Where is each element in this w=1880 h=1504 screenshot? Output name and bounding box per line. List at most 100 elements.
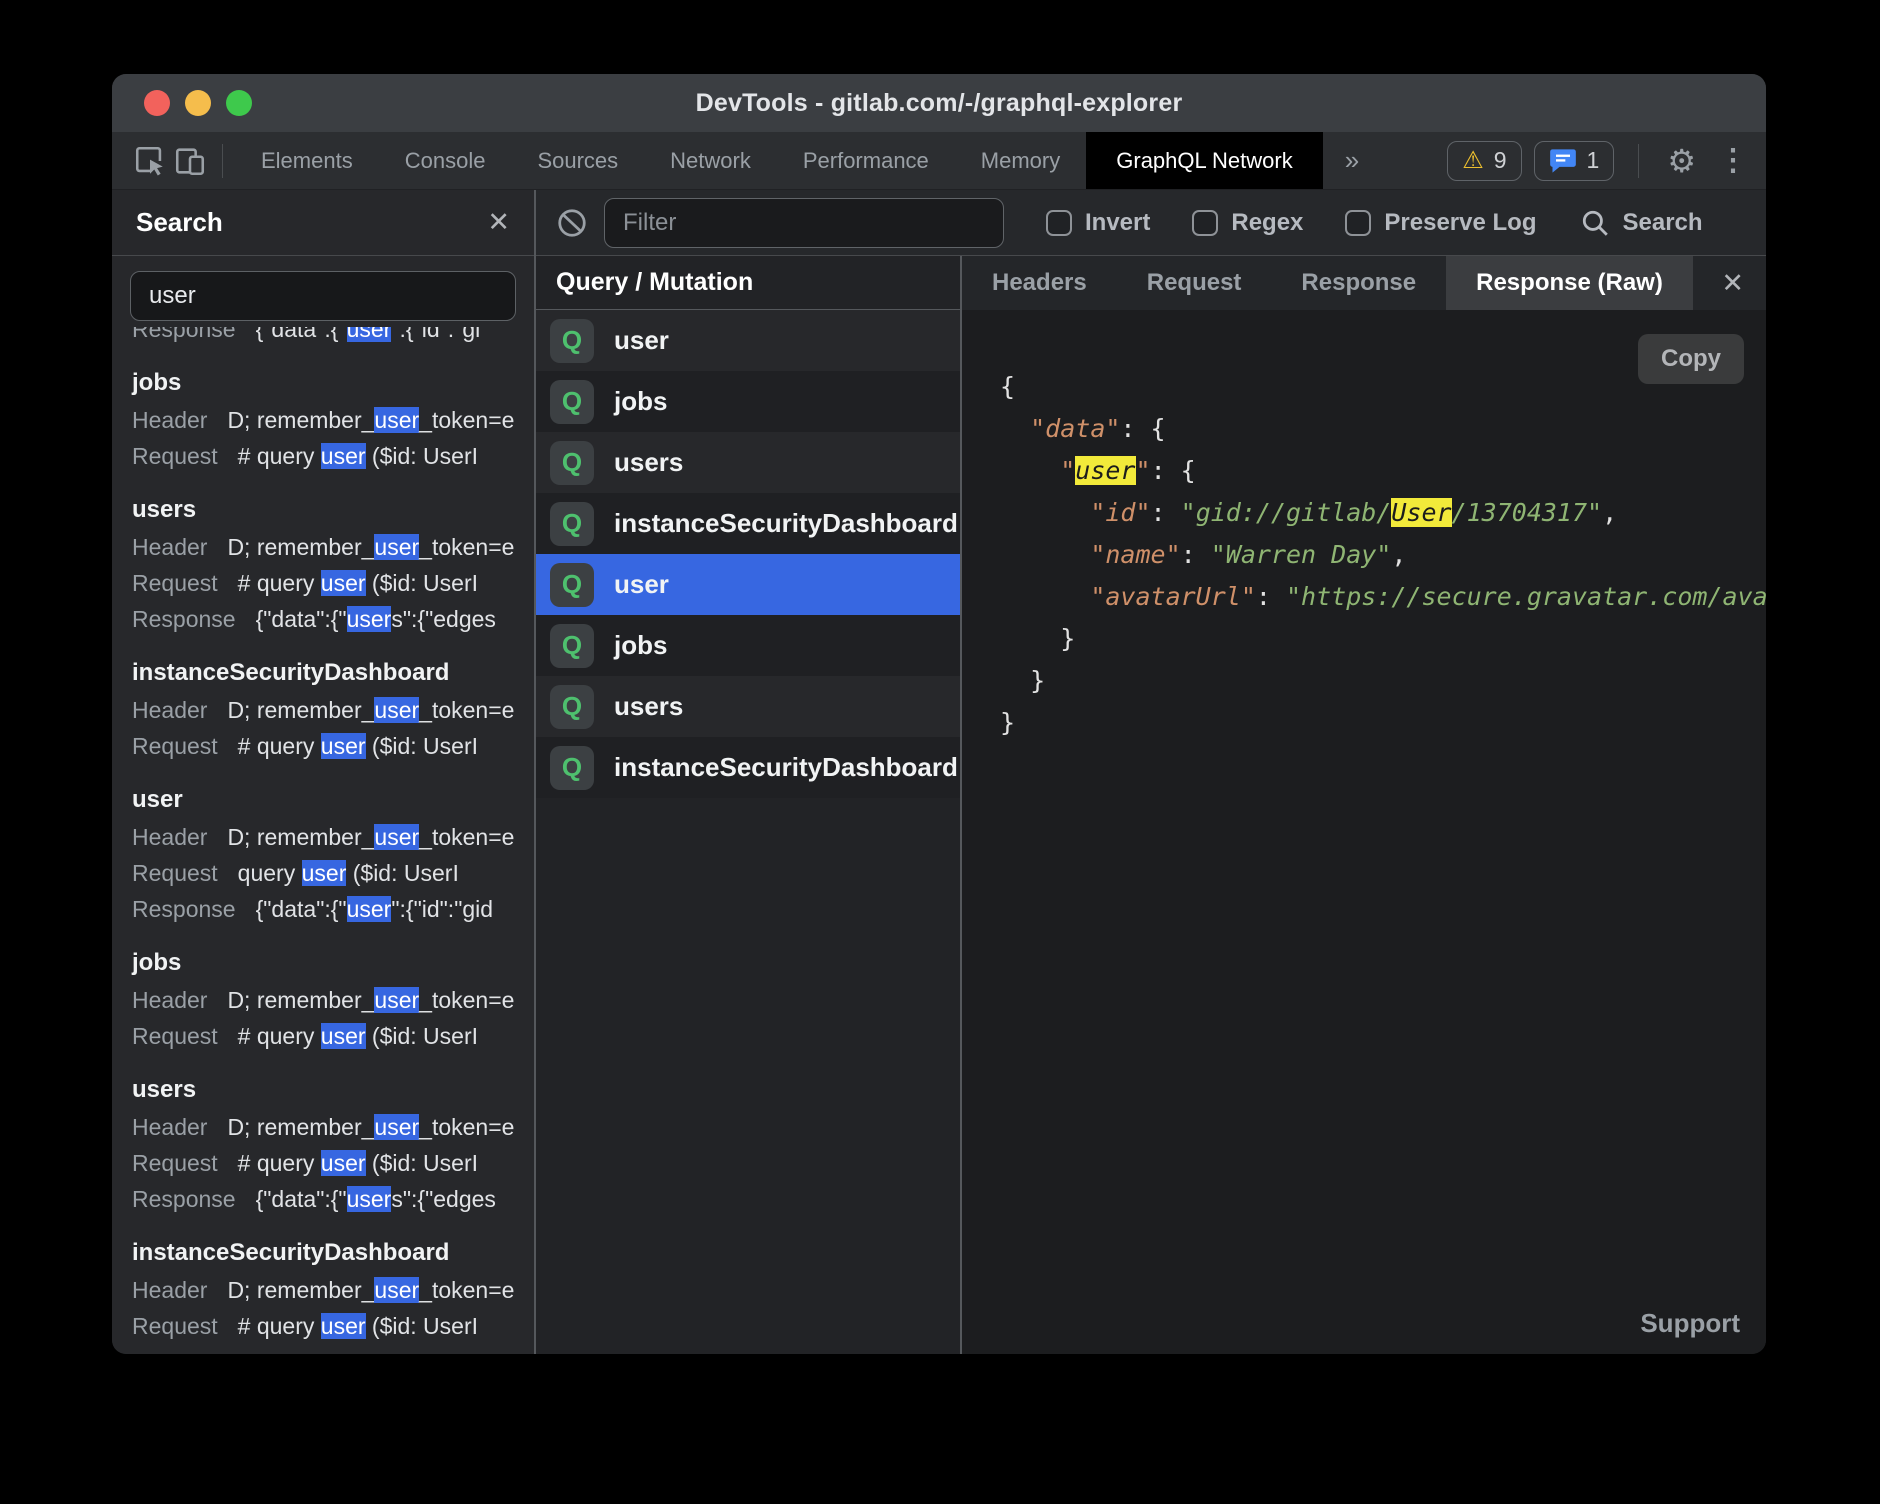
query-name: user xyxy=(614,569,669,600)
search-result-row[interactable]: Response{"data":{"users":{"edges xyxy=(132,601,534,637)
query-name: users xyxy=(614,447,683,478)
detail-panel: Headers Request Response Response (Raw) … xyxy=(960,256,1766,1354)
warnings-badge[interactable]: ⚠ 9 xyxy=(1447,141,1521,181)
query-list-item[interactable]: Qusers xyxy=(536,676,960,737)
gear-icon[interactable]: ⚙ xyxy=(1651,142,1712,180)
query-list-item[interactable]: Quser xyxy=(536,310,960,371)
search-result-row[interactable]: Request# query user ($id: UserI xyxy=(132,1308,534,1344)
search-result-row[interactable]: HeaderD; remember_user_token=e xyxy=(132,819,534,855)
query-list-item[interactable]: Quser xyxy=(536,554,960,615)
query-list-item[interactable]: QinstanceSecurityDashboard xyxy=(536,737,960,798)
preserve-log-label: Preserve Log xyxy=(1384,209,1536,237)
search-icon xyxy=(1580,208,1610,238)
preserve-log-checkbox-group[interactable]: Preserve Log xyxy=(1345,209,1536,237)
devtools-tab-bar: Elements Console Sources Network Perform… xyxy=(112,132,1766,190)
query-mutation-panel: Query / Mutation QuserQjobsQusersQinstan… xyxy=(536,256,960,1354)
title-bar: DevTools - gitlab.com/-/graphql-explorer xyxy=(112,74,1766,132)
search-result-section: jobsHeaderD; remember_user_token=eReques… xyxy=(132,944,534,1054)
search-result-row[interactable]: Requestquery user ($id: UserI xyxy=(132,855,534,891)
search-result-row[interactable]: Request# query user ($id: UserI xyxy=(132,728,534,764)
query-type-icon: Q xyxy=(550,563,594,607)
inspect-element-icon[interactable] xyxy=(130,141,170,181)
search-result-row[interactable]: HeaderD; remember_user_token=e xyxy=(132,1272,534,1308)
search-result-row[interactable]: HeaderD; remember_user_token=e xyxy=(132,1109,534,1145)
tab-console[interactable]: Console xyxy=(379,132,512,189)
tab-graphql-network[interactable]: GraphQL Network xyxy=(1086,132,1322,189)
tab-performance[interactable]: Performance xyxy=(777,132,955,189)
search-result-row[interactable]: Request# query user ($id: UserI xyxy=(132,1018,534,1054)
query-type-icon: Q xyxy=(550,380,594,424)
search-result-section: userHeaderD; remember_user_token=eReques… xyxy=(132,781,534,927)
close-icon[interactable]: ✕ xyxy=(1721,256,1744,310)
search-result-row[interactable]: HeaderD; remember_user_token=e xyxy=(132,402,534,438)
kebab-menu-icon[interactable]: ⋮ xyxy=(1712,143,1766,178)
query-type-icon: Q xyxy=(550,502,594,546)
invert-checkbox-group[interactable]: Invert xyxy=(1046,209,1150,237)
device-toolbar-icon[interactable] xyxy=(170,141,210,181)
search-result-row[interactable]: Response{"data":{"user":{"id":"gid xyxy=(132,891,534,927)
regex-label: Regex xyxy=(1231,209,1303,237)
invert-checkbox[interactable] xyxy=(1046,210,1072,236)
query-list-item[interactable]: QinstanceSecurityDashboard xyxy=(536,493,960,554)
search-result-section: instanceSecurityDashboardHeaderD; rememb… xyxy=(132,1234,534,1344)
search-input[interactable] xyxy=(130,271,516,321)
block-icon[interactable] xyxy=(556,207,588,239)
regex-checkbox-group[interactable]: Regex xyxy=(1192,209,1303,237)
query-list-item[interactable]: Qjobs xyxy=(536,615,960,676)
search-result-title: users xyxy=(132,491,534,529)
query-type-icon: Q xyxy=(550,685,594,729)
response-raw-json: { "data": { "user": { "id": "gid://gitla… xyxy=(1000,366,1766,744)
filter-input[interactable] xyxy=(604,198,1004,248)
toolbar-divider xyxy=(222,144,223,178)
tab-network[interactable]: Network xyxy=(644,132,777,189)
search-result-section: instanceSecurityDashboardHeaderD; rememb… xyxy=(132,654,534,764)
search-toggle[interactable]: Search xyxy=(1580,208,1702,238)
search-result-section: usersHeaderD; remember_user_token=eReque… xyxy=(132,491,534,637)
close-icon[interactable]: ✕ xyxy=(487,209,510,236)
tab-response-raw[interactable]: Response (Raw) xyxy=(1446,256,1693,310)
search-result-row[interactable]: Request# query user ($id: UserI xyxy=(132,438,534,474)
more-tabs-chevron-icon[interactable]: » xyxy=(1323,145,1381,176)
preserve-log-checkbox[interactable] xyxy=(1345,210,1371,236)
query-name: jobs xyxy=(614,386,667,417)
toolbar-divider xyxy=(1638,144,1639,178)
response-raw-body: Copy { "data": { "user": { "id": "gid://… xyxy=(962,310,1766,1292)
search-panel-header: Search ✕ xyxy=(112,190,534,256)
copy-button[interactable]: Copy xyxy=(1638,334,1744,384)
query-list-item[interactable]: Qusers xyxy=(536,432,960,493)
query-list-item[interactable]: Qjobs xyxy=(536,371,960,432)
search-result-row[interactable]: HeaderD; remember_user_token=e xyxy=(132,692,534,728)
query-name: instanceSecurityDashboard xyxy=(614,508,958,539)
search-result-row[interactable]: Request# query user ($id: UserI xyxy=(132,565,534,601)
query-name: instanceSecurityDashboard xyxy=(614,752,958,783)
search-result-row[interactable]: Response{"data":{"users":{"edges xyxy=(132,1181,534,1217)
search-result-row[interactable]: Request# query user ($id: UserI xyxy=(132,1145,534,1181)
traffic-lights xyxy=(144,74,252,132)
query-type-icon: Q xyxy=(550,441,594,485)
warning-icon: ⚠ xyxy=(1462,149,1484,173)
minimize-traffic-light[interactable] xyxy=(185,90,211,116)
query-mutation-header: Query / Mutation xyxy=(536,256,960,310)
search-result-row[interactable]: HeaderD; remember_user_token=e xyxy=(132,982,534,1018)
query-type-icon: Q xyxy=(550,624,594,668)
search-result-title: instanceSecurityDashboard xyxy=(132,654,534,692)
tab-request[interactable]: Request xyxy=(1117,256,1272,310)
search-result-row[interactable]: Response{"data":{"user":{"id":"gi xyxy=(132,327,534,347)
zoom-traffic-light[interactable] xyxy=(226,90,252,116)
regex-checkbox[interactable] xyxy=(1192,210,1218,236)
tab-response[interactable]: Response xyxy=(1271,256,1446,310)
search-result-title: user xyxy=(132,781,534,819)
support-link[interactable]: Support xyxy=(1640,1308,1740,1339)
search-results: Response{"data":{"user":{"id":"gijobsHea… xyxy=(112,327,534,1354)
detail-tab-bar: Headers Request Response Response (Raw) … xyxy=(962,256,1766,310)
search-result-row[interactable]: HeaderD; remember_user_token=e xyxy=(132,529,534,565)
tab-headers[interactable]: Headers xyxy=(962,256,1117,310)
search-result-title: jobs xyxy=(132,364,534,402)
devtools-window: DevTools - gitlab.com/-/graphql-explorer… xyxy=(112,74,1766,1354)
query-name: users xyxy=(614,691,683,722)
messages-badge[interactable]: 1 xyxy=(1534,141,1615,181)
tab-memory[interactable]: Memory xyxy=(955,132,1086,189)
tab-sources[interactable]: Sources xyxy=(511,132,644,189)
tab-elements[interactable]: Elements xyxy=(235,132,379,189)
close-traffic-light[interactable] xyxy=(144,90,170,116)
